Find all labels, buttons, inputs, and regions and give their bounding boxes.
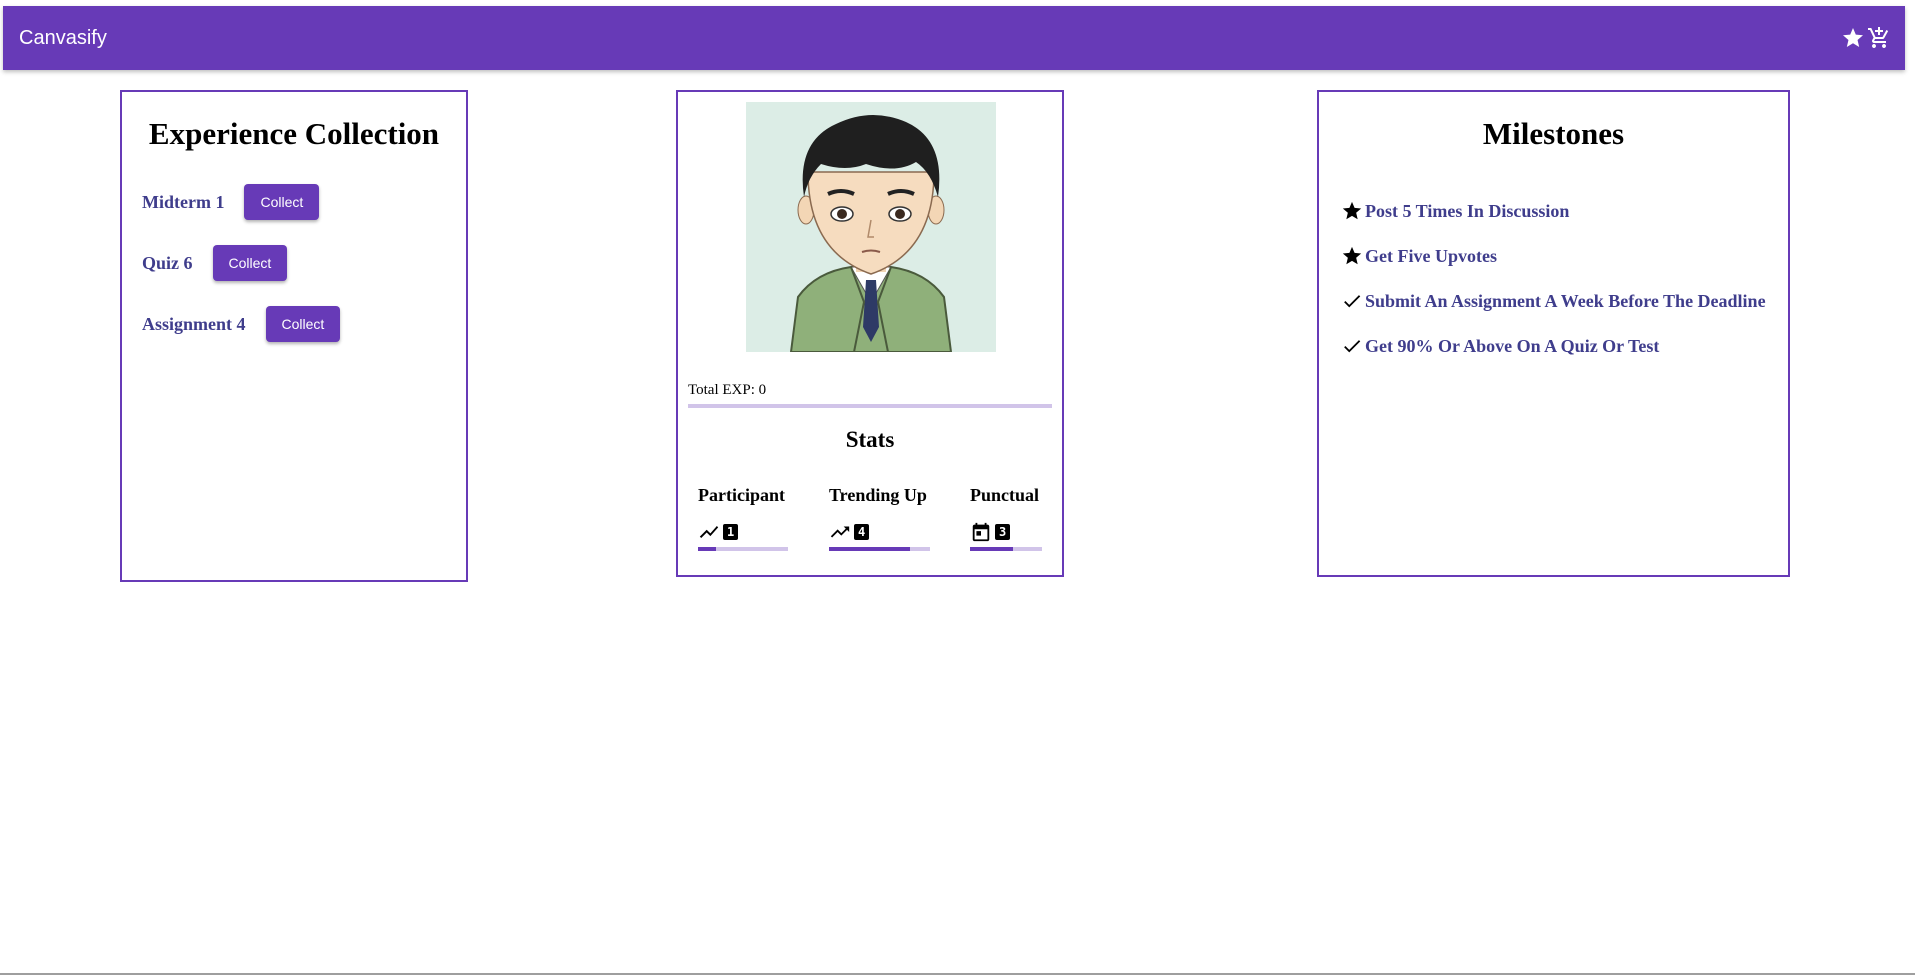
milestones-heading: Milestones bbox=[1482, 116, 1625, 151]
star-icon bbox=[1341, 245, 1363, 267]
stats-heading: Stats bbox=[845, 427, 895, 452]
stat-value-badge: 4 bbox=[854, 524, 870, 540]
experience-collection-card: Experience Collection Midterm 1 Collect … bbox=[120, 90, 468, 582]
stat-name: Trending Up bbox=[829, 485, 927, 505]
stat-progress-fill bbox=[970, 547, 1014, 551]
stat-progress-fill bbox=[829, 547, 910, 551]
stat-punctual: Punctual 3 bbox=[970, 485, 1042, 551]
collect-button[interactable]: Collect bbox=[244, 184, 320, 220]
stat-name: Punctual bbox=[970, 485, 1040, 505]
stat-progress-bar bbox=[698, 547, 788, 551]
stat-value-badge: 3 bbox=[995, 524, 1011, 540]
calendar-icon bbox=[970, 521, 992, 543]
check-icon bbox=[1341, 335, 1363, 357]
stat-value-badge: 1 bbox=[723, 524, 739, 540]
stat-trending-up: Trending Up 4 bbox=[829, 485, 930, 551]
check-icon bbox=[1341, 290, 1363, 312]
milestone-label: Get 90% Or Above On A Quiz Or Test bbox=[1365, 335, 1660, 356]
milestone-item: Post 5 Times In Discussion bbox=[1341, 200, 1569, 222]
stat-progress-bar bbox=[829, 547, 930, 551]
experience-collection-heading: Experience Collection bbox=[148, 116, 440, 151]
milestone-item: Get Five Upvotes bbox=[1341, 245, 1497, 267]
milestones-card: Milestones Post 5 Times In Discussion Ge… bbox=[1317, 90, 1790, 577]
avatar bbox=[746, 102, 996, 352]
app-bar-actions bbox=[1841, 26, 1891, 50]
star-icon bbox=[1341, 200, 1363, 222]
experience-item: Midterm 1 Collect bbox=[142, 184, 320, 220]
experience-item-label: Quiz 6 bbox=[142, 252, 193, 273]
cart-icon[interactable] bbox=[1867, 26, 1891, 50]
trending-icon bbox=[698, 521, 720, 543]
profile-card: Total EXP: 0 Stats Participant 1 Trendin… bbox=[676, 90, 1064, 577]
experience-item: Quiz 6 Collect bbox=[142, 245, 288, 281]
milestone-label: Post 5 Times In Discussion bbox=[1365, 200, 1570, 221]
app-bar: Canvasify bbox=[3, 6, 1905, 70]
experience-item-label: Midterm 1 bbox=[142, 191, 225, 212]
star-icon[interactable] bbox=[1841, 26, 1865, 50]
app-title: Canvasify bbox=[19, 27, 107, 49]
total-exp-label: Total EXP: 0 bbox=[688, 382, 767, 398]
stat-name: Participant bbox=[698, 485, 785, 505]
stat-progress-fill bbox=[698, 547, 716, 551]
trending-up-icon bbox=[829, 521, 851, 543]
collect-button[interactable]: Collect bbox=[265, 306, 341, 342]
stat-participant: Participant 1 bbox=[698, 485, 788, 551]
milestone-item: Submit An Assignment A Week Before The D… bbox=[1341, 290, 1766, 312]
milestone-label: Submit An Assignment A Week Before The D… bbox=[1365, 290, 1766, 311]
collect-button[interactable]: Collect bbox=[212, 245, 288, 281]
stat-progress-bar bbox=[970, 547, 1042, 551]
experience-item: Assignment 4 Collect bbox=[142, 306, 341, 342]
total-exp-progress-bar bbox=[688, 404, 1052, 408]
milestone-item: Get 90% Or Above On A Quiz Or Test bbox=[1341, 335, 1659, 357]
experience-item-label: Assignment 4 bbox=[142, 313, 246, 334]
milestone-label: Get Five Upvotes bbox=[1365, 245, 1497, 266]
